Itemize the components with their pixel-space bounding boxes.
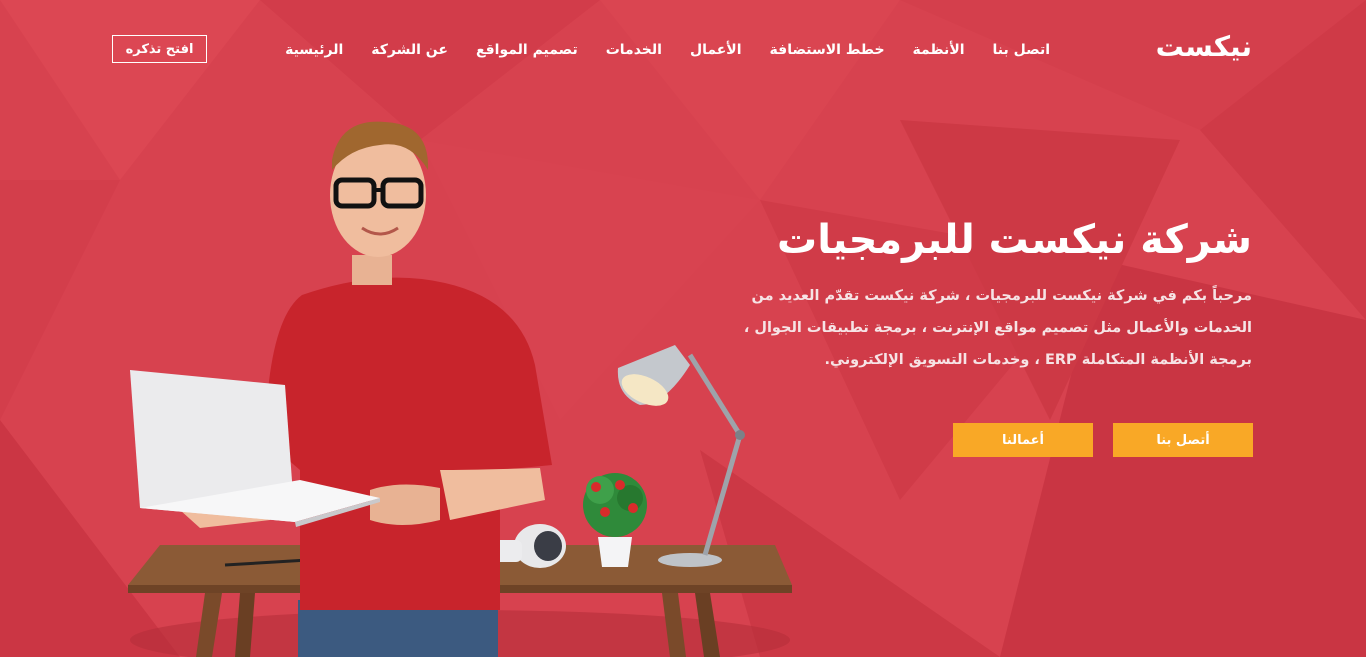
contact-us-button[interactable]: أتصل بنا [1113, 423, 1253, 457]
our-works-button[interactable]: أعمالنا [953, 423, 1093, 457]
hero-description-line: مرحباً بكم في شركة نيكست للبرمجيات ، شرك… [751, 288, 1252, 304]
desk-lamp [617, 345, 745, 567]
nav-web-design[interactable]: تصميم المواقع [476, 42, 578, 58]
open-ticket-button[interactable]: افتح تذكره [112, 35, 207, 63]
nav-about[interactable]: عن الشركة [371, 42, 448, 58]
hero-section: شركة نيكست للبرمجيات مرحباً بكم في شركة … [732, 212, 1252, 376]
brand-logo[interactable]: نيكست [1156, 30, 1252, 63]
main-menu: الرئيسية عن الشركة تصميم المواقع الخدمات… [285, 42, 1050, 58]
nav-works[interactable]: الأعمال [690, 42, 742, 58]
hero-description-line: الخدمات والأعمال مثل تصميم مواقع الإنترن… [743, 320, 1252, 336]
nav-home[interactable]: الرئيسية [285, 42, 343, 58]
nav-contact[interactable]: اتصل بنا [993, 42, 1050, 58]
headphones [492, 524, 566, 568]
top-navigation: نيكست الرئيسية عن الشركة تصميم المواقع ا… [0, 0, 1366, 100]
nav-systems[interactable]: الأنظمة [913, 42, 965, 58]
hero-description-line: برمجة الأنظمة المتكاملة ERP ، وخدمات الت… [824, 352, 1252, 368]
hero-title: شركة نيكست للبرمجيات [777, 217, 1252, 263]
nav-services[interactable]: الخدمات [606, 42, 662, 58]
hero-description: مرحباً بكم في شركة نيكست للبرمجيات ، شرك… [732, 280, 1252, 376]
nav-hosting[interactable]: خطط الاستضافة [770, 42, 885, 58]
